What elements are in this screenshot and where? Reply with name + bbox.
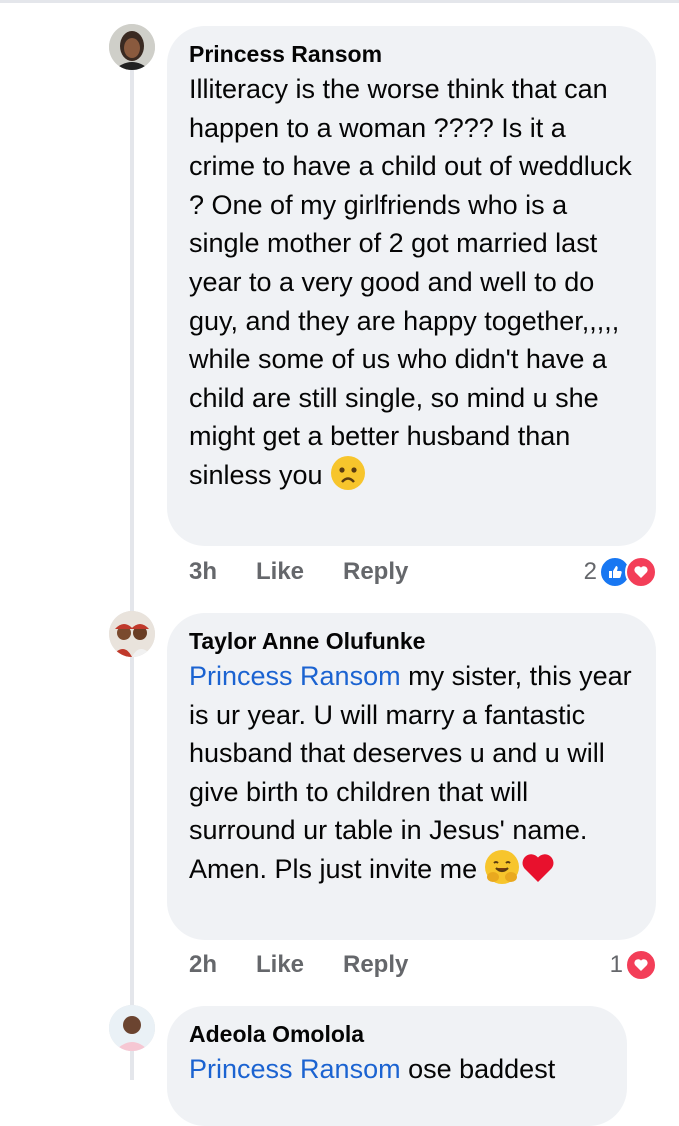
love-icon <box>625 556 657 588</box>
comment-actions: 2h Like Reply <box>189 951 408 979</box>
avatar-princess-ransom[interactable] <box>109 24 155 70</box>
red-heart-icon <box>521 852 555 895</box>
comment-author[interactable]: Taylor Anne Olufunke <box>189 627 636 655</box>
comment-bubble: Princess Ransom Illiteracy is the worse … <box>167 26 656 546</box>
comment-text: Illiteracy is the worse think that can h… <box>189 70 636 495</box>
comment-timestamp[interactable]: 2h <box>189 951 256 979</box>
comment-actions: 3h Like Reply <box>189 558 408 586</box>
comment-text-content: Illiteracy is the worse think that can h… <box>189 74 632 490</box>
comment-bubble: Adeola Omolola Princess Ransom ose badde… <box>167 1006 627 1126</box>
comment-author[interactable]: Princess Ransom <box>189 40 636 68</box>
comment-timestamp[interactable]: 3h <box>189 558 256 586</box>
comment-bubble: Taylor Anne Olufunke Princess Ransom my … <box>167 613 656 940</box>
comment-text: Princess Ransom my sister, this year is … <box>189 657 636 895</box>
avatar-taylor-anne-olufunke[interactable] <box>109 611 155 657</box>
reply-button[interactable]: Reply <box>343 951 408 979</box>
reply-thread-line <box>130 70 134 1080</box>
reaction-count: 1 <box>609 951 623 978</box>
top-divider <box>0 0 679 3</box>
worried-face-icon <box>330 455 365 490</box>
hugging-face-icon <box>485 849 520 884</box>
mention-link[interactable]: Princess Ransom <box>189 661 401 691</box>
reaction-summary[interactable]: 2 <box>584 556 657 588</box>
reaction-count: 2 <box>583 558 597 585</box>
love-icon <box>625 949 657 981</box>
comment-author[interactable]: Adeola Omolola <box>189 1020 607 1048</box>
reply-button[interactable]: Reply <box>343 558 408 586</box>
comment-text: Princess Ransom ose baddest <box>189 1050 607 1089</box>
comment-text-content: my sister, this year is ur year. U will … <box>189 661 632 884</box>
avatar-adeola-omolola[interactable] <box>109 1005 155 1051</box>
reaction-summary[interactable]: 1 <box>610 949 657 981</box>
like-button[interactable]: Like <box>256 558 343 586</box>
like-button[interactable]: Like <box>256 951 343 979</box>
